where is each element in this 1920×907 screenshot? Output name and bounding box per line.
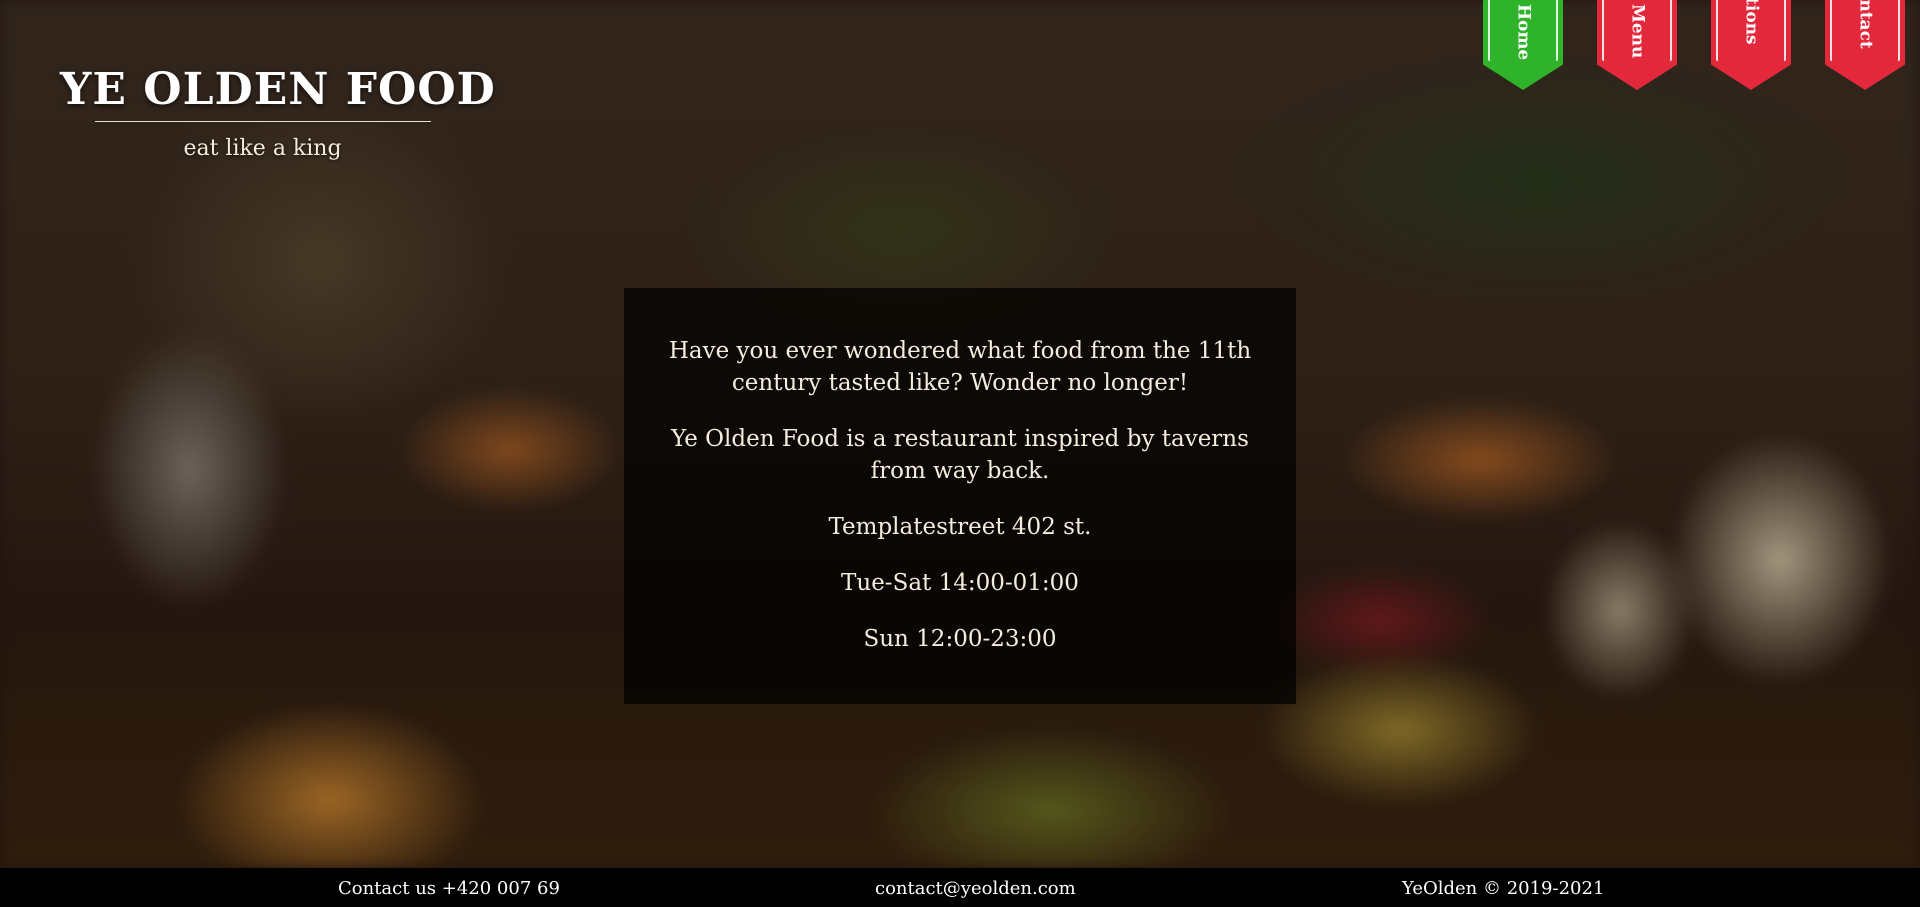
info-card: Have you ever wondered what food from th… xyxy=(624,288,1296,704)
nav-banner-menu[interactable]: Menu xyxy=(1597,0,1677,90)
footer-email-link[interactable]: contact@yeolden.com xyxy=(875,878,1076,899)
nav-banner-home[interactable]: Home xyxy=(1483,0,1563,90)
nav-banner-contact[interactable]: ontact xyxy=(1825,0,1905,90)
nav-banner-reservations[interactable]: ations xyxy=(1711,0,1791,90)
footer-copyright: YeOlden © 2019-2021 xyxy=(1402,878,1605,899)
nav-banner-label: ontact xyxy=(1855,0,1876,49)
main-nav: Home Menu ations ontact xyxy=(0,0,1920,100)
title-divider xyxy=(94,121,431,122)
intro-text: Have you ever wondered what food from th… xyxy=(668,338,1252,396)
site-footer: Contact us +420 007 69 contact@yeolden.c… xyxy=(0,868,1920,907)
nav-banner-label: ations xyxy=(1741,0,1762,45)
address-text: Templatestreet 402 st. xyxy=(828,514,1092,540)
nav-banner-label: Home xyxy=(1513,4,1534,61)
footer-phone: Contact us +420 007 69 xyxy=(338,878,560,899)
about-text: Ye Olden Food is a restaurant inspired b… xyxy=(671,426,1249,484)
site-tagline: eat like a king xyxy=(183,136,342,161)
hours-sunday-text: Sun 12:00-23:00 xyxy=(863,626,1057,652)
nav-banner-label: Menu xyxy=(1627,4,1648,59)
hours-weekday-text: Tue-Sat 14:00-01:00 xyxy=(841,570,1079,596)
